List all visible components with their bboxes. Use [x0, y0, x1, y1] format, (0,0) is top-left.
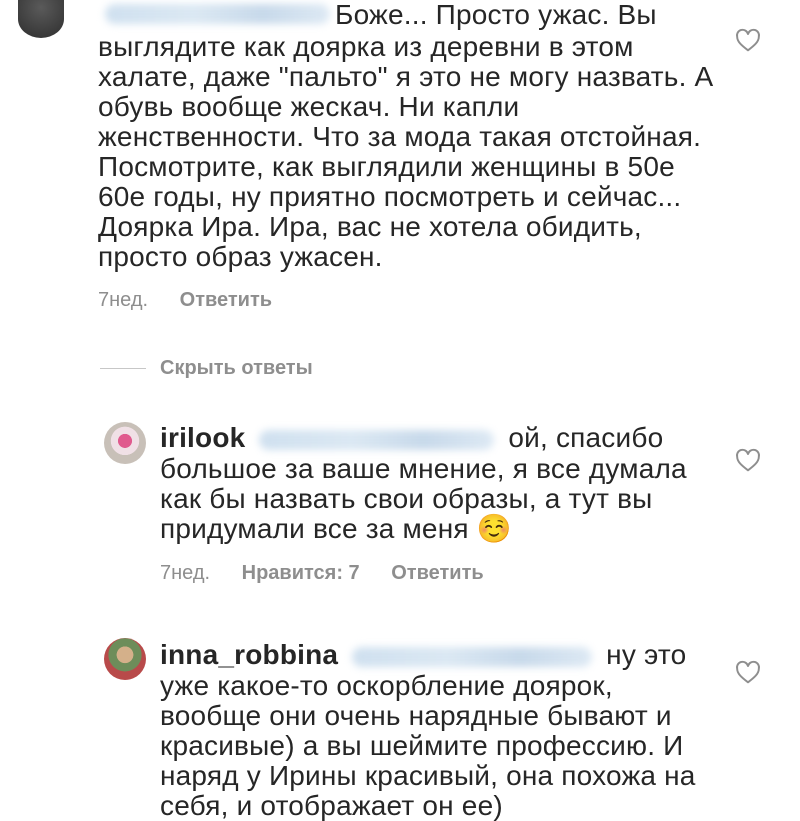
comment-meta: 7нед. Нравится: 7 Ответить [160, 562, 484, 585]
redacted-mention [259, 429, 495, 450]
comment-line: обувь вообще жескач. Ни капли [98, 91, 520, 122]
username[interactable]: inna_robbina [160, 639, 338, 670]
hide-replies-button[interactable]: Скрыть ответы [160, 357, 313, 380]
reply-button[interactable]: Ответить [180, 289, 272, 311]
timestamp: 7нед. [160, 562, 211, 584]
comment-line: вообще они очень нарядные бывают и [160, 700, 672, 731]
reply-button[interactable]: Ответить [391, 562, 483, 584]
heart-outline-icon[interactable] [735, 660, 761, 689]
comment-line: Посмотрите, как выглядили женщины в 50е [98, 151, 675, 182]
comment-meta: 7нед. Ответить [98, 289, 272, 312]
comment-line: себя, и отображает он ее) [160, 790, 503, 821]
comment-line: наряд у Ирины красивый, она похожа на [160, 760, 696, 791]
timestamp: 7нед. [98, 289, 149, 311]
reply-header-line: irilook ой, спасибо [160, 423, 663, 453]
comment-line: придумали все за меня ☺️ [160, 513, 512, 544]
comment-body: уже какое-то оскорбление доярок, вообще … [160, 671, 696, 821]
redacted-username [105, 4, 330, 24]
comment-body: выглядите как доярка из деревни в этом х… [98, 32, 713, 272]
redacted-mention [352, 646, 593, 667]
comment-line: 60е годы, ну приятно посмотреть и сейчас… [98, 181, 682, 212]
comment-text: Боже... Просто ужас. Вы [335, 0, 657, 30]
comment-text: ой, спасибо [508, 422, 664, 453]
comment-line: большое за ваше мнение, я все думала [160, 453, 687, 484]
comment-body: большое за ваше мнение, я все думала как… [160, 454, 687, 544]
avatar[interactable] [104, 422, 146, 464]
avatar[interactable] [18, 0, 64, 38]
divider-line [100, 368, 146, 369]
comment-line: выглядите как доярка из деревни в этом [98, 31, 634, 62]
comment-line: уже какое-то оскорбление доярок, [160, 670, 613, 701]
comment-line: Доярка Ира. Ира, вас не хотела обидить, [98, 211, 642, 242]
avatar[interactable] [104, 638, 146, 680]
heart-outline-icon[interactable] [735, 448, 761, 477]
reply-header-line: inna_robbina ну это [160, 640, 686, 670]
comment-line: красивые) а вы шеймите профессию. И [160, 730, 684, 761]
heart-outline-icon[interactable] [735, 28, 761, 57]
likes-count[interactable]: Нравится: 7 [242, 562, 360, 584]
comment-text: ну это [606, 639, 687, 670]
comment-line: просто образ ужасен. [98, 241, 383, 272]
comment-line: женственности. Что за мода такая отстойн… [98, 121, 702, 152]
username[interactable]: irilook [160, 422, 245, 453]
comment-line: как бы назвать свои образы, а тут вы [160, 483, 653, 514]
comment-line: халате, даже "пальто" я это не могу назв… [98, 61, 714, 92]
